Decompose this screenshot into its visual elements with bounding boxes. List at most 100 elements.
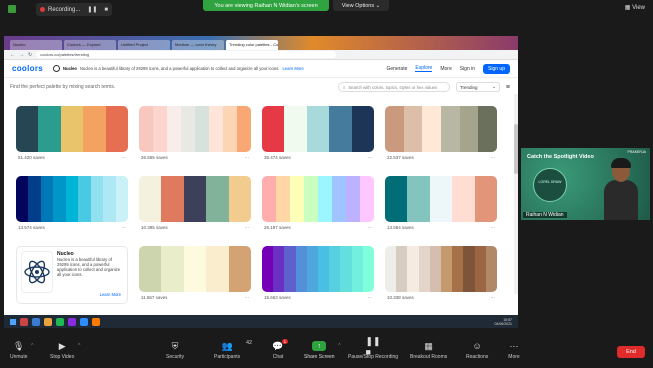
- color-swatch[interactable]: [418, 246, 430, 292]
- color-swatch[interactable]: [441, 106, 460, 152]
- color-swatch[interactable]: [115, 176, 128, 222]
- palette-swatches[interactable]: [385, 106, 497, 152]
- color-swatch[interactable]: [167, 106, 181, 152]
- color-swatch[interactable]: [209, 106, 223, 152]
- sort-select[interactable]: Trending ⌄: [455, 82, 500, 92]
- color-swatch[interactable]: [273, 246, 285, 292]
- ad-learn-more-link[interactable]: Learn More: [100, 292, 121, 297]
- color-swatch[interactable]: [478, 106, 497, 152]
- taskbar-app-icon[interactable]: [92, 317, 100, 326]
- palette-more-icon[interactable]: ···: [245, 295, 250, 300]
- nav-sign-in[interactable]: Sign in: [460, 66, 475, 72]
- color-swatch[interactable]: [385, 246, 397, 292]
- color-swatch[interactable]: [276, 176, 290, 222]
- color-swatch[interactable]: [60, 106, 84, 152]
- color-swatch[interactable]: [105, 106, 128, 152]
- color-swatch[interactable]: [403, 106, 423, 152]
- color-swatch[interactable]: [228, 176, 251, 222]
- browser-tab[interactable]: Untitled Project: [118, 40, 170, 50]
- browser-tab[interactable]: Nucleo: [10, 40, 62, 50]
- palette-more-icon[interactable]: ···: [245, 155, 250, 160]
- share-screen-button[interactable]: ↑ Share Screen ^: [304, 341, 341, 360]
- taskbar-app-icon[interactable]: [56, 317, 64, 326]
- color-swatch[interactable]: [474, 176, 497, 222]
- taskbar-app-icon[interactable]: [20, 317, 28, 326]
- palette-card[interactable]: 51.420 saves ···: [16, 106, 128, 162]
- color-swatch[interactable]: [407, 176, 430, 222]
- palette-swatches[interactable]: [139, 246, 251, 292]
- color-swatch[interactable]: [183, 246, 207, 292]
- video-options-caret-icon[interactable]: ^: [78, 343, 80, 349]
- color-swatch[interactable]: [139, 176, 162, 222]
- taskbar-app-icon[interactable]: [32, 317, 40, 326]
- color-swatch[interactable]: [295, 246, 307, 292]
- breakout-rooms-button[interactable]: ▦ Breakout Rooms: [410, 341, 447, 361]
- nav-generate[interactable]: Generate: [387, 66, 408, 72]
- palette-card[interactable]: 26.665 saves ···: [139, 106, 251, 162]
- color-swatch[interactable]: [284, 106, 307, 152]
- pause-recording-icon[interactable]: ❚❚: [87, 6, 97, 13]
- palette-swatches[interactable]: [16, 106, 128, 152]
- color-swatch[interactable]: [53, 176, 66, 222]
- color-swatch[interactable]: [83, 106, 106, 152]
- color-swatch[interactable]: [346, 176, 360, 222]
- color-swatch[interactable]: [16, 106, 39, 152]
- browser-tab[interactable]: Coolors — Explore: [64, 40, 116, 50]
- stop-video-button[interactable]: ▶ Stop Video ^: [50, 341, 80, 361]
- color-swatch[interactable]: [396, 246, 408, 292]
- nucleo-ad-card[interactable]: Nucleo Nucleo is a beautiful library of …: [16, 246, 128, 304]
- taskbar-app-icon[interactable]: [68, 317, 76, 326]
- palette-swatches[interactable]: [385, 246, 497, 292]
- palette-card[interactable]: 13.574 saves ···: [16, 176, 128, 232]
- palette-search-input[interactable]: ⌕ Search with colors, topics, styles or …: [337, 82, 450, 92]
- palette-more-icon[interactable]: ···: [122, 225, 127, 230]
- color-swatch[interactable]: [139, 106, 153, 152]
- color-swatch[interactable]: [360, 176, 374, 222]
- palette-swatches[interactable]: [262, 246, 374, 292]
- share-options-caret-icon[interactable]: ^: [338, 343, 340, 349]
- color-swatch[interactable]: [329, 246, 341, 292]
- color-swatch[interactable]: [206, 176, 229, 222]
- color-swatch[interactable]: [139, 246, 162, 292]
- palette-more-icon[interactable]: ···: [368, 295, 373, 300]
- color-swatch[interactable]: [206, 246, 229, 292]
- color-swatch[interactable]: [290, 176, 304, 222]
- unmute-button[interactable]: 🎙 Unmute ^: [10, 341, 34, 361]
- color-swatch[interactable]: [351, 106, 374, 152]
- nav-explore[interactable]: Explore: [415, 65, 433, 72]
- color-swatch[interactable]: [223, 106, 237, 152]
- stop-recording-icon[interactable]: ■: [104, 7, 108, 13]
- palette-swatches[interactable]: [139, 176, 251, 222]
- palette-card[interactable]: 13.584 saves ···: [385, 176, 497, 232]
- sign-up-button[interactable]: Sign up: [483, 63, 510, 74]
- color-swatch[interactable]: [429, 176, 453, 222]
- color-swatch[interactable]: [195, 106, 209, 152]
- palette-card[interactable]: 15.663 saves ···: [262, 246, 374, 302]
- scrollbar-thumb[interactable]: [514, 124, 518, 174]
- more-button[interactable]: ··· More: [508, 341, 520, 360]
- color-swatch[interactable]: [463, 246, 475, 292]
- color-swatch[interactable]: [262, 106, 285, 152]
- color-swatch[interactable]: [40, 176, 54, 222]
- palette-more-icon[interactable]: ···: [122, 155, 127, 160]
- palette-swatches[interactable]: [262, 176, 374, 222]
- palette-swatches[interactable]: [139, 106, 251, 152]
- browser-tab[interactable]: Medium — color theory: [172, 40, 224, 50]
- page-scrollbar[interactable]: [514, 94, 518, 294]
- palette-more-icon[interactable]: ···: [491, 295, 496, 300]
- reactions-button[interactable]: ☺ Reactions: [466, 341, 488, 360]
- color-swatch[interactable]: [306, 246, 319, 292]
- color-swatch[interactable]: [452, 176, 475, 222]
- palette-swatches[interactable]: [262, 106, 374, 152]
- color-swatch[interactable]: [407, 246, 419, 292]
- palette-card[interactable]: 10.338 saves ···: [385, 246, 497, 302]
- view-options-button[interactable]: View Options ⌄: [333, 0, 389, 11]
- color-swatch[interactable]: [262, 176, 276, 222]
- color-swatch[interactable]: [90, 176, 104, 222]
- color-swatch[interactable]: [318, 246, 330, 292]
- palette-more-icon[interactable]: ···: [491, 225, 496, 230]
- color-swatch[interactable]: [340, 246, 352, 292]
- color-swatch[interactable]: [474, 246, 486, 292]
- color-swatch[interactable]: [262, 246, 274, 292]
- palette-card[interactable]: 35.474 saves ···: [262, 106, 374, 162]
